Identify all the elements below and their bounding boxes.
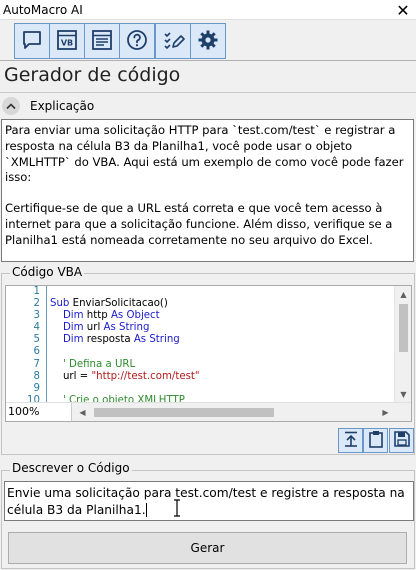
code-token: "http://test.com/test" xyxy=(91,370,200,382)
clipboard-copy-icon xyxy=(367,430,385,451)
chat-button[interactable] xyxy=(14,23,50,59)
text-cursor-icon xyxy=(172,499,182,517)
line-number: 6 xyxy=(33,346,40,358)
code-line: Dim http As Object xyxy=(50,310,390,322)
description-text: Envie uma solicitação para test.com/test… xyxy=(7,486,405,517)
page-title: Gerador de código xyxy=(4,64,181,86)
explanation-text[interactable]: Para enviar uma solicitação HTTP para `t… xyxy=(1,119,414,262)
scroll-right-arrow[interactable]: ▶ xyxy=(377,403,394,421)
close-button[interactable]: ✕ xyxy=(390,0,416,20)
explanation-header[interactable]: Explicação xyxy=(2,96,94,116)
code-token: As Object xyxy=(110,310,160,322)
chat-icon xyxy=(20,28,44,55)
chevron-up-icon xyxy=(6,99,16,113)
code-token: ' Defina a URL xyxy=(50,358,136,370)
text-caret xyxy=(145,503,147,517)
vertical-scrollbar[interactable]: ▲ ▼ xyxy=(394,286,411,402)
help-button[interactable] xyxy=(119,23,155,59)
vba-group-label: Código VBA xyxy=(10,265,85,279)
edit-checklist-button[interactable] xyxy=(155,23,191,59)
line-number: 8 xyxy=(33,370,40,382)
line-numbers: 123456789101112 xyxy=(6,286,44,421)
code-line: ' Crie o objeto XMLHTTP xyxy=(50,395,390,402)
window-list-button[interactable] xyxy=(84,23,120,59)
line-number: 9 xyxy=(33,382,40,394)
list-window-icon xyxy=(90,28,114,55)
explanation-paragraph: Para enviar uma solicitação HTTP para `t… xyxy=(5,123,404,185)
toolbar: VB xyxy=(0,20,416,61)
horizontal-scroll-thumb[interactable] xyxy=(94,408,274,417)
line-number: 4 xyxy=(33,322,40,334)
line-number: 3 xyxy=(33,310,40,322)
window-title: AutoMacro AI xyxy=(3,3,83,17)
code-editor[interactable]: 123456789101112 Sub EnviarSolicitacao() … xyxy=(5,285,412,422)
explanation-paragraph: Certifique-se de que a URL está correta … xyxy=(5,201,393,247)
save-icon xyxy=(393,430,411,451)
code-line: ' Defina a URL xyxy=(50,359,390,371)
code-area[interactable]: Sub EnviarSolicitacao() Dim http As Obje… xyxy=(50,286,390,402)
describe-group-label: Descrever o Código xyxy=(10,461,132,475)
code-token: url = xyxy=(50,370,92,382)
code-token: resposta xyxy=(86,334,134,346)
title-divider xyxy=(0,92,416,93)
code-token: Dim xyxy=(50,322,87,334)
line-number: 7 xyxy=(33,358,40,370)
description-input[interactable]: Envie uma solicitação para test.com/test… xyxy=(4,481,414,521)
line-number: 5 xyxy=(33,334,40,346)
line-number: 2 xyxy=(33,298,40,310)
help-icon xyxy=(125,28,149,55)
generate-button[interactable]: Gerar xyxy=(8,532,407,564)
insert-code-button[interactable] xyxy=(338,428,363,453)
save-code-button[interactable] xyxy=(389,428,414,453)
settings-button[interactable] xyxy=(190,23,226,59)
code-token: EnviarSolicitacao() xyxy=(72,298,168,310)
vba-icon: VB xyxy=(55,28,79,55)
code-line: Dim resposta As String xyxy=(50,334,390,346)
code-token: ' Crie o objeto XMLHTTP xyxy=(50,394,185,402)
scroll-up-arrow[interactable]: ▲ xyxy=(395,286,411,302)
edit-checklist-icon xyxy=(161,28,185,55)
gear-icon xyxy=(196,28,220,55)
insert-into-editor-icon xyxy=(342,430,360,451)
collapse-button[interactable] xyxy=(2,97,20,115)
code-token: http xyxy=(86,310,111,322)
code-token: Sub xyxy=(50,298,73,310)
gutter-divider xyxy=(46,286,47,402)
horizontal-scrollbar[interactable]: 100% ◀ ▶ xyxy=(6,402,411,421)
zoom-level[interactable]: 100% xyxy=(6,403,72,421)
code-token: url xyxy=(86,322,104,334)
code-line: Sub EnviarSolicitacao() xyxy=(50,298,390,310)
copy-code-button[interactable] xyxy=(363,428,388,453)
code-token: As String xyxy=(103,322,150,334)
vba-icon-label: VB xyxy=(61,38,73,47)
scroll-thumb[interactable] xyxy=(399,304,408,352)
scroll-down-arrow[interactable]: ▼ xyxy=(395,386,411,402)
vba-button[interactable]: VB xyxy=(49,23,85,59)
code-line: Dim url As String xyxy=(50,322,390,334)
scroll-left-arrow[interactable]: ◀ xyxy=(74,403,91,421)
code-token: Dim xyxy=(50,334,87,346)
code-token: Dim xyxy=(50,310,87,322)
line-number: 1 xyxy=(33,286,40,297)
title-bar: AutoMacro AI ✕ xyxy=(0,0,416,20)
code-line: url = "http://test.com/test" xyxy=(50,371,390,383)
explanation-label: Explicação xyxy=(30,99,95,113)
code-token: As String xyxy=(133,334,180,346)
